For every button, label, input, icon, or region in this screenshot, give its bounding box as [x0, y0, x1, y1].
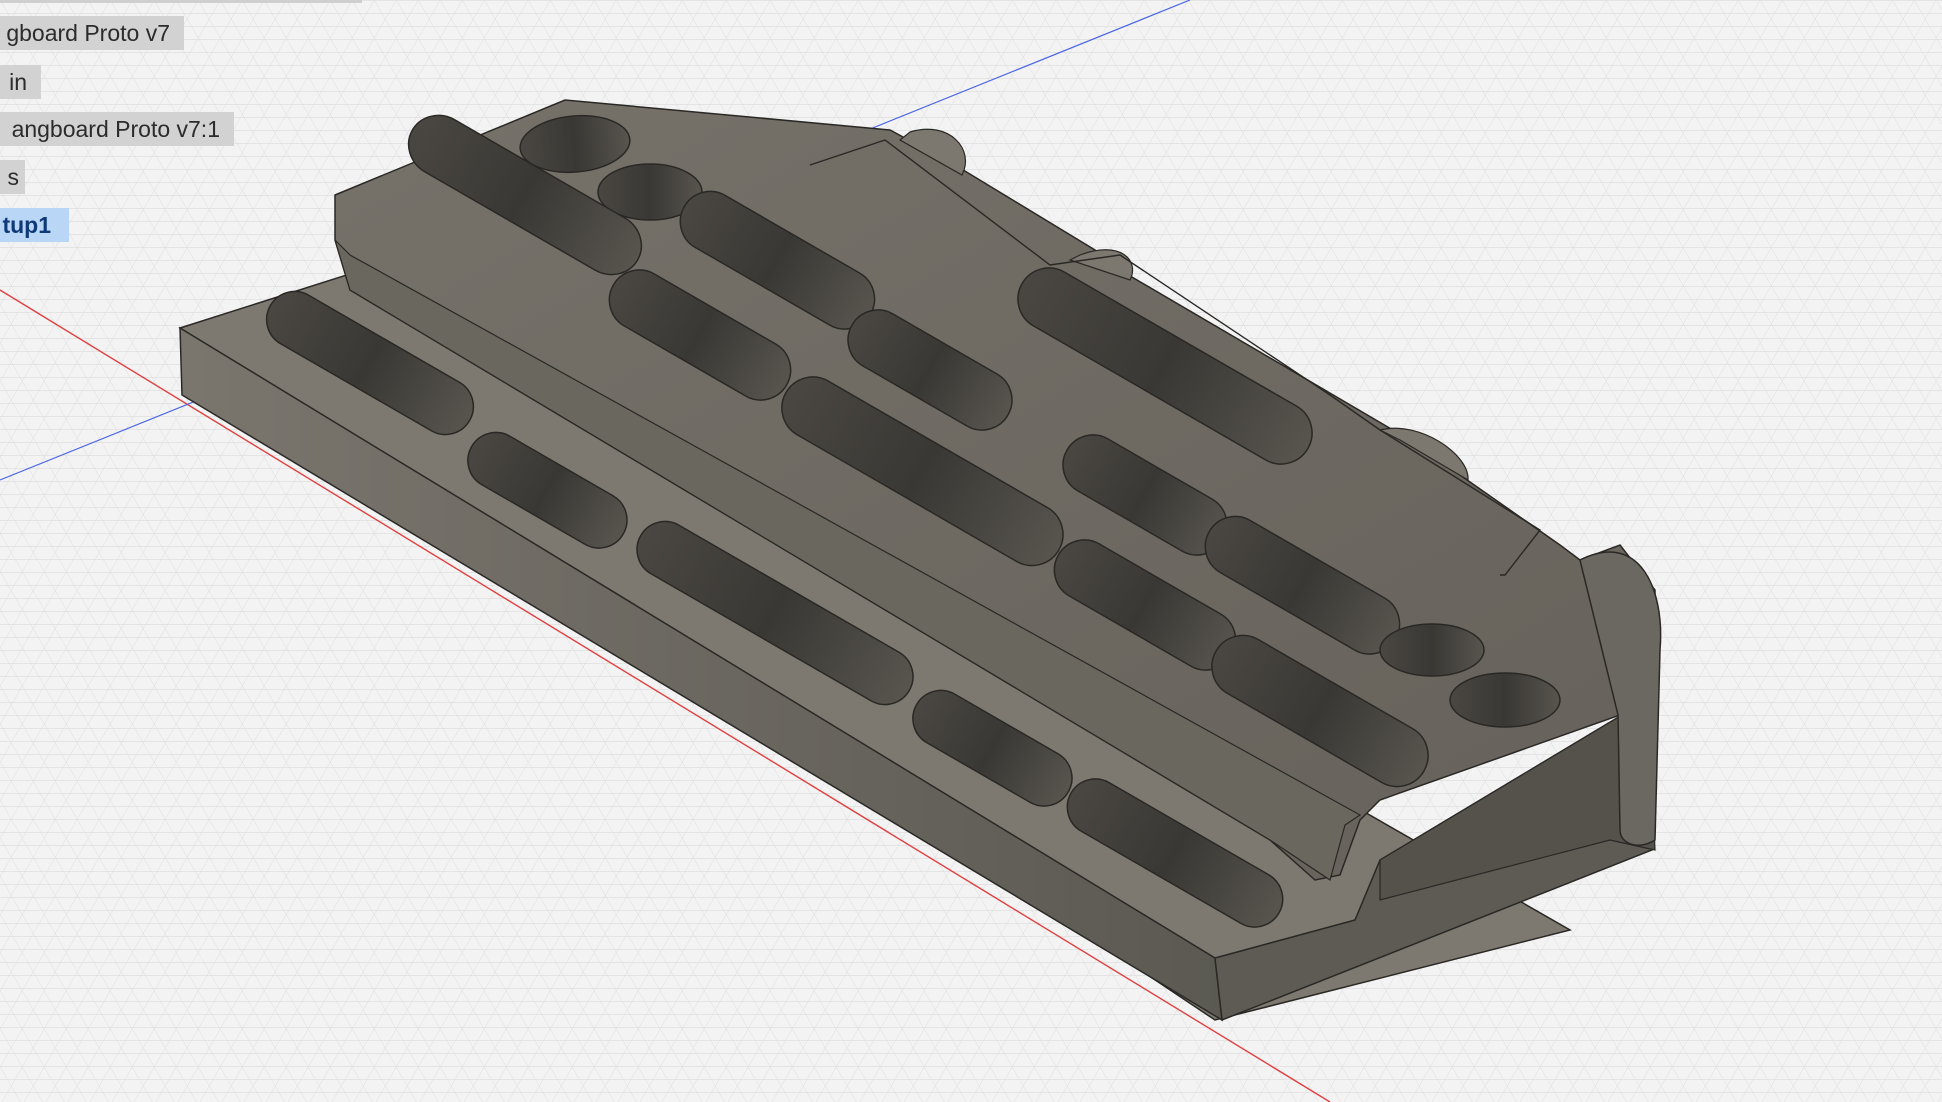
- browser-node-label: angboard Proto v7:1: [11, 116, 220, 142]
- browser-node-setup[interactable]: tup1: [0, 208, 69, 242]
- browser-node-units[interactable]: in: [0, 65, 41, 99]
- 3d-viewport[interactable]: gboard Proto v7 in angboard Proto v7:1 s…: [0, 0, 1942, 1102]
- browser-node-label: s: [7, 164, 20, 190]
- viewport-canvas[interactable]: [0, 0, 1942, 1102]
- browser-node-label: in: [9, 69, 27, 95]
- browser-node-label: tup1: [2, 212, 51, 238]
- browser-node-component[interactable]: angboard Proto v7:1: [0, 112, 234, 146]
- browser-panel-edge: [0, 0, 362, 3]
- browser-node-models[interactable]: s: [0, 160, 25, 194]
- browser-node-label: gboard Proto v7: [6, 20, 170, 46]
- browser-node-document[interactable]: gboard Proto v7: [0, 16, 184, 50]
